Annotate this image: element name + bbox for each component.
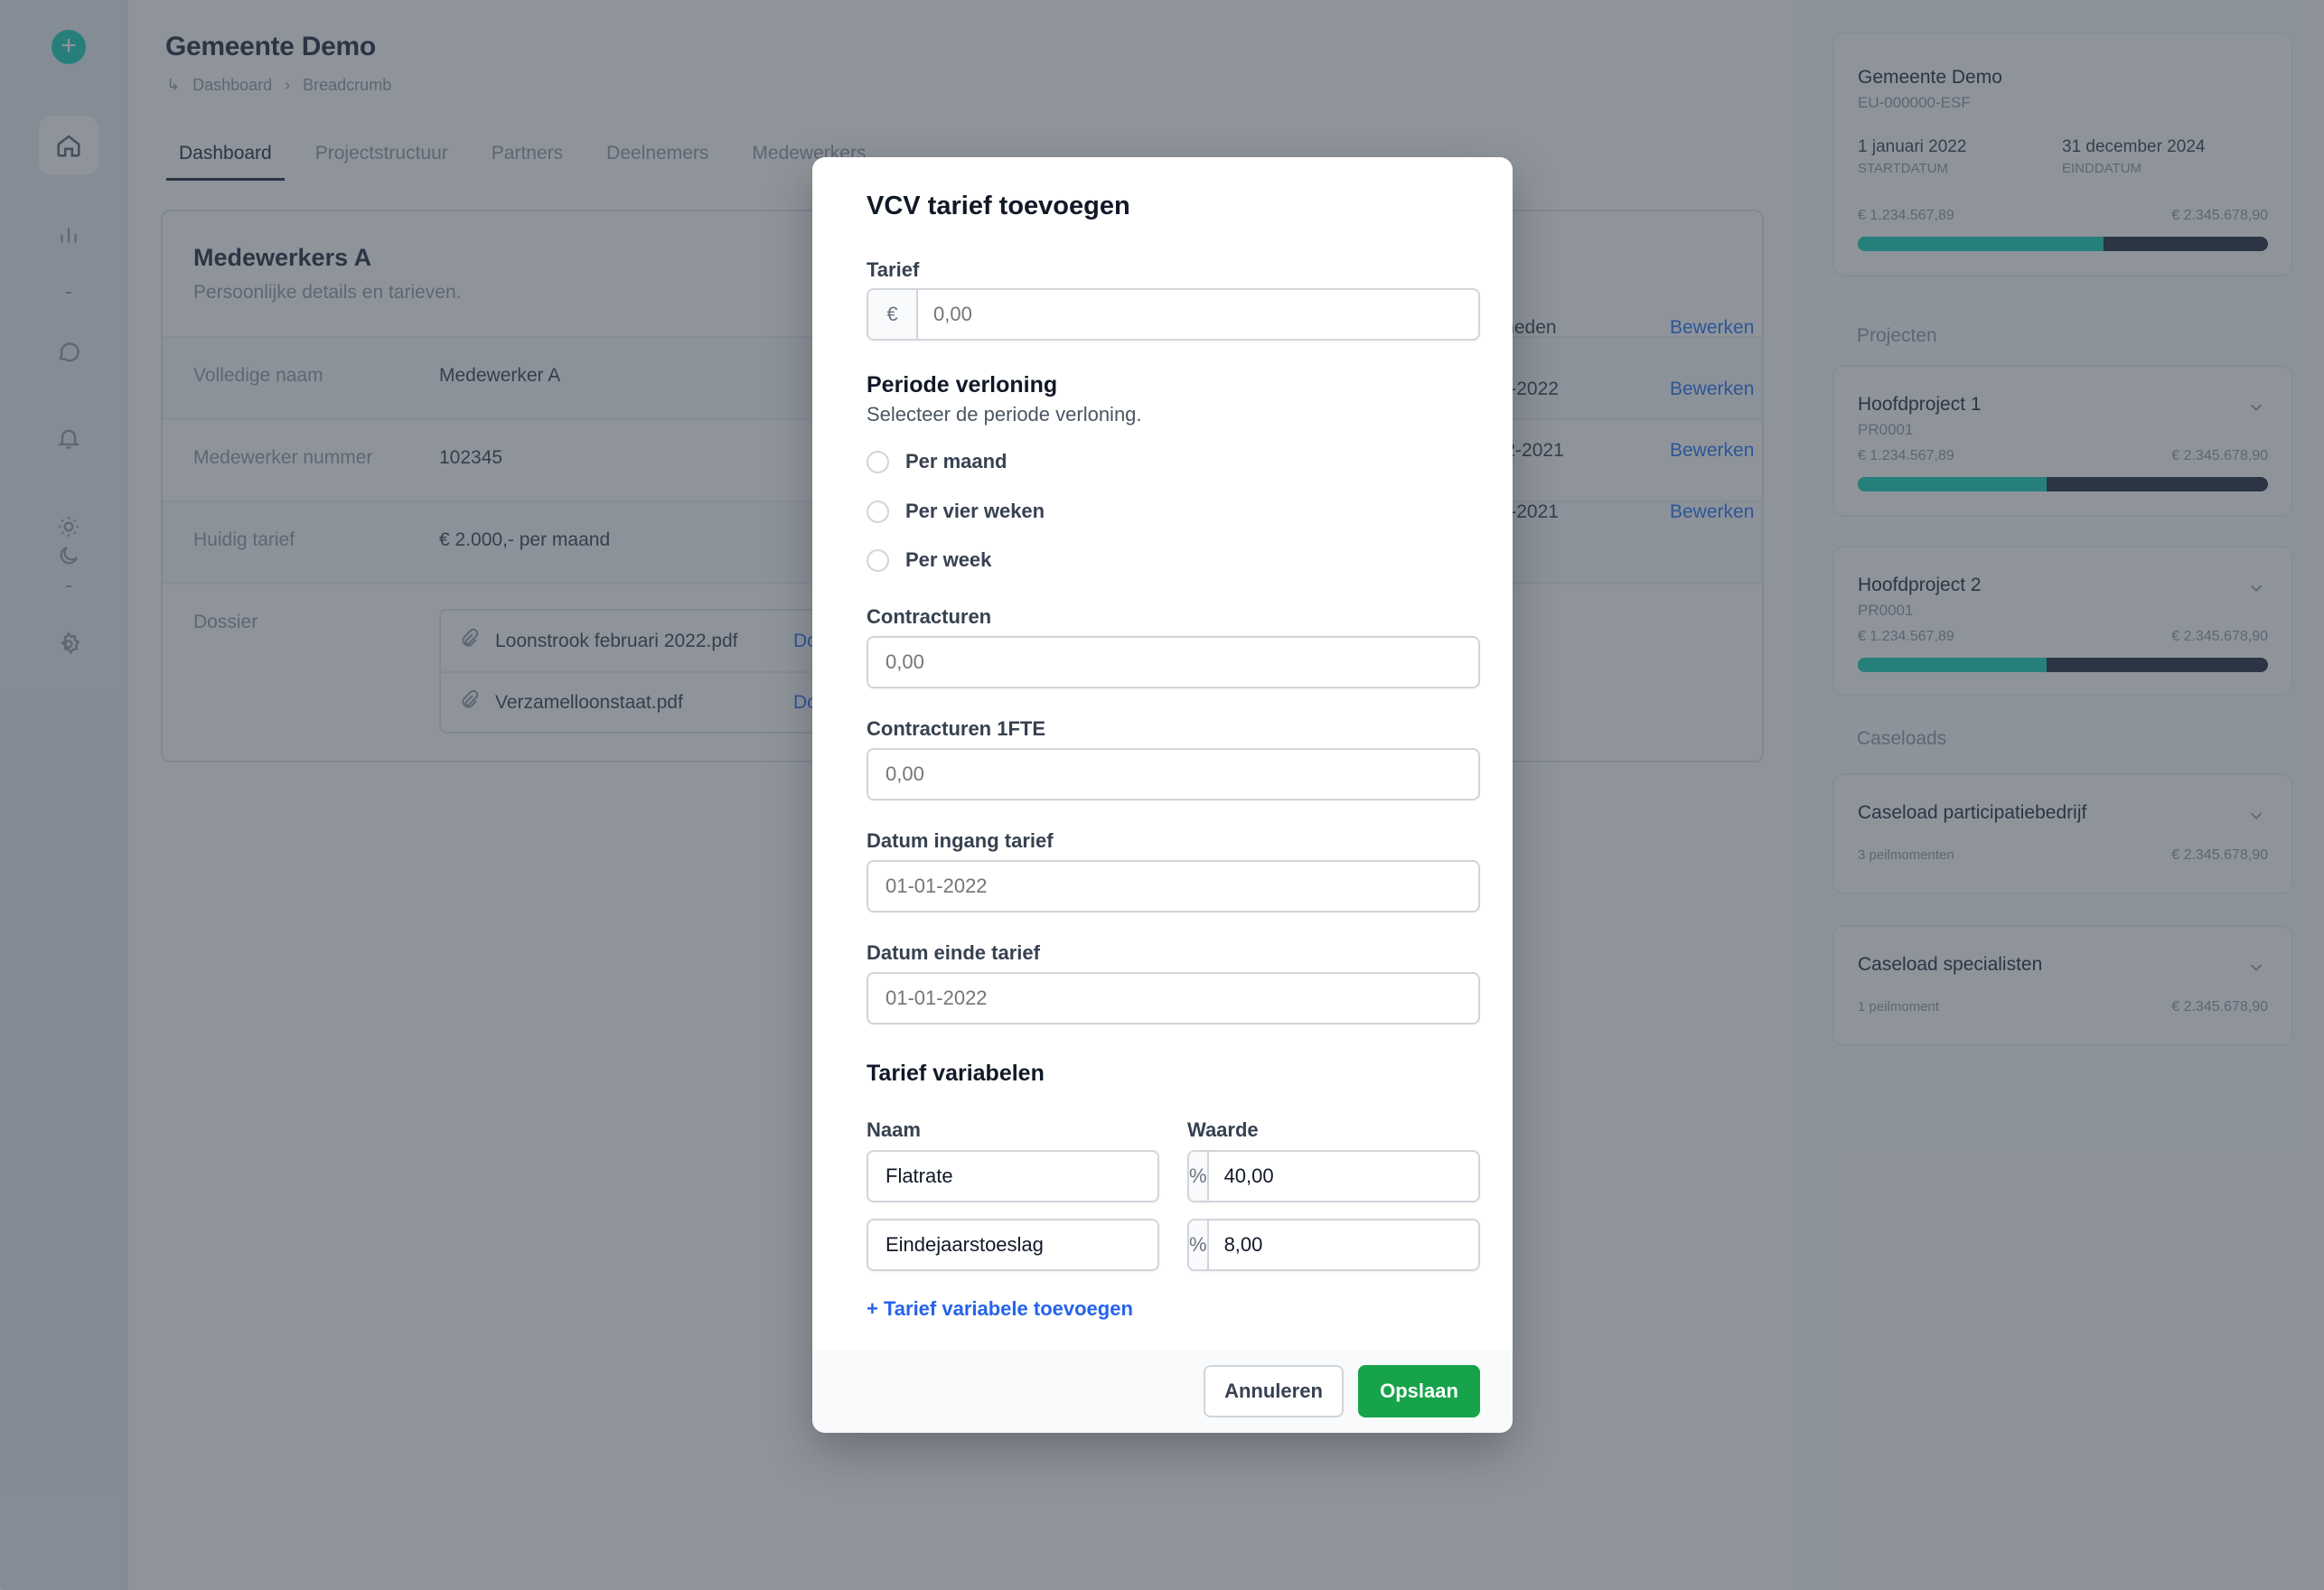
datum-ingang-label: Datum ingang tarief xyxy=(867,829,1054,852)
add-rate-modal: VCV tarief toevoegen Tarief € Periode ve… xyxy=(812,157,1513,1433)
variable-value-input[interactable] xyxy=(1208,1152,1478,1201)
variable-value-group: % xyxy=(1187,1219,1480,1271)
radio-circle[interactable] xyxy=(867,548,889,572)
variable-value-group: % xyxy=(1187,1150,1480,1202)
radio-per-maand[interactable]: Per maand xyxy=(867,450,1007,473)
percent-icon: % xyxy=(1189,1221,1209,1269)
variable-value-input[interactable] xyxy=(1208,1221,1478,1269)
datum-einde-input[interactable] xyxy=(867,972,1480,1024)
radio-circle[interactable] xyxy=(867,450,889,473)
contracturen-1fte-label: Contracturen 1FTE xyxy=(867,717,1046,740)
tarief-input-group: € xyxy=(867,288,1480,341)
contracturen-1fte-input[interactable] xyxy=(867,748,1480,800)
waarde-label: Waarde xyxy=(1187,1118,1259,1141)
add-variable-link[interactable]: + Tarief variabele toevoegen xyxy=(867,1297,1133,1321)
contracturen-label: Contracturen xyxy=(867,605,992,628)
radio-circle[interactable] xyxy=(867,500,889,523)
naam-label: Naam xyxy=(867,1118,921,1141)
radio-label: Per maand xyxy=(905,450,1007,472)
radio-per-week[interactable]: Per week xyxy=(867,548,991,572)
radio-label: Per week xyxy=(905,548,992,571)
variable-name-input[interactable] xyxy=(867,1219,1159,1271)
percent-icon: % xyxy=(1189,1152,1209,1201)
variable-name-input[interactable] xyxy=(867,1150,1159,1202)
radio-per-vier-weken[interactable]: Per vier weken xyxy=(867,500,1045,523)
tarief-input[interactable] xyxy=(918,290,1478,339)
save-button[interactable]: Opslaan xyxy=(1358,1365,1480,1417)
datum-einde-label: Datum einde tarief xyxy=(867,941,1040,964)
cancel-button[interactable]: Annuleren xyxy=(1204,1365,1344,1417)
periode-heading: Periode verloning xyxy=(867,372,1058,398)
variabelen-heading: Tarief variabelen xyxy=(867,1061,1045,1086)
radio-label: Per vier weken xyxy=(905,500,1045,522)
euro-icon: € xyxy=(868,290,918,339)
modal-footer: Annuleren Opslaan xyxy=(812,1350,1513,1433)
datum-ingang-input[interactable] xyxy=(867,860,1480,912)
periode-subtitle: Selecteer de periode verloning. xyxy=(867,403,1142,426)
modal-title: VCV tarief toevoegen xyxy=(867,192,1130,220)
contracturen-input[interactable] xyxy=(867,636,1480,688)
tarief-label: Tarief xyxy=(867,258,920,281)
